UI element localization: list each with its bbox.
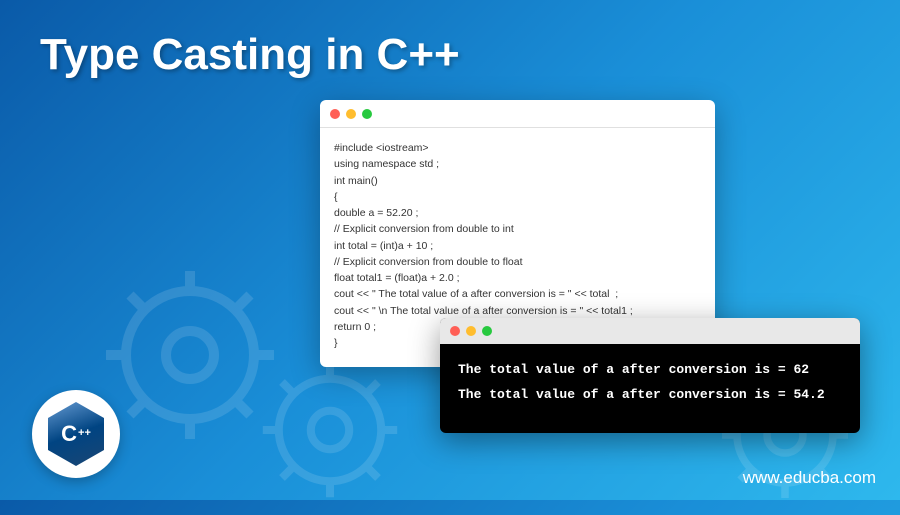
close-icon bbox=[450, 326, 460, 336]
cpp-logo: C++ bbox=[32, 390, 120, 478]
window-titlebar bbox=[440, 318, 860, 344]
minimize-icon bbox=[346, 109, 356, 119]
cpp-logo-plus: ++ bbox=[78, 430, 91, 438]
cpp-logo-c: C bbox=[61, 421, 77, 447]
page-title: Type Casting in C++ bbox=[40, 30, 460, 80]
terminal-output: The total value of a after conversion is… bbox=[440, 344, 860, 433]
cpp-logo-hex: C++ bbox=[48, 402, 104, 466]
maximize-icon bbox=[482, 326, 492, 336]
window-titlebar bbox=[320, 100, 715, 128]
terminal-window: The total value of a after conversion is… bbox=[440, 318, 860, 433]
minimize-icon bbox=[466, 326, 476, 336]
maximize-icon bbox=[362, 109, 372, 119]
website-url: www.educba.com bbox=[743, 468, 876, 488]
close-icon bbox=[330, 109, 340, 119]
gear-decoration bbox=[250, 350, 410, 510]
